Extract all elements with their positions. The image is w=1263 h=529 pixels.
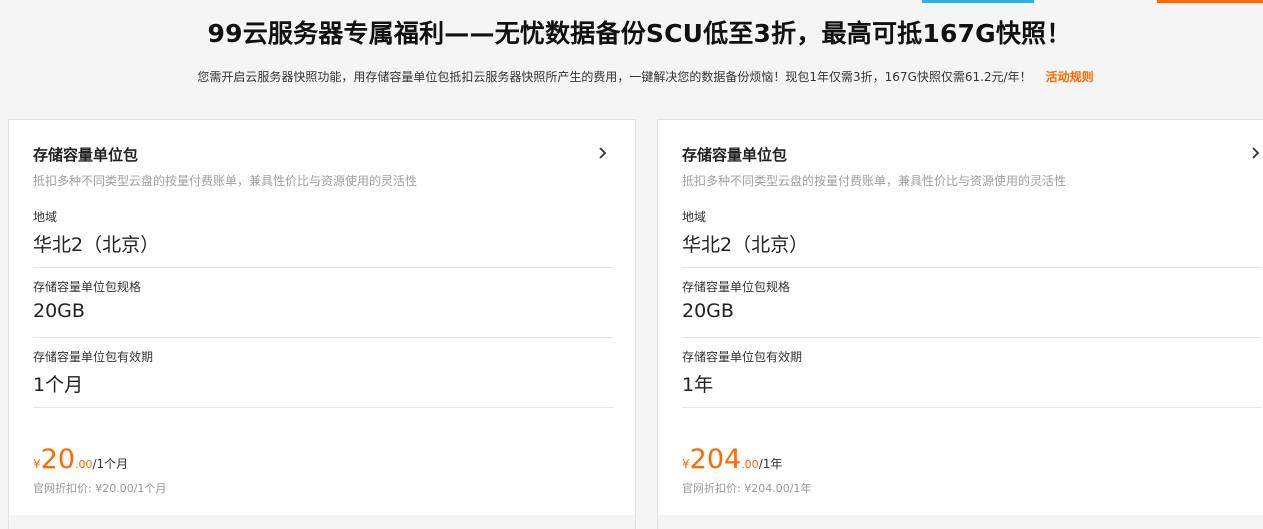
price-unit: /1年 bbox=[758, 457, 783, 471]
promo-subtitle-text: 您需开启云服务器快照功能，用存储容量单位包抵扣云服务器快照所产生的费用，一键解决… bbox=[197, 70, 1032, 84]
card-title: 存储容量单位包 bbox=[33, 146, 139, 164]
price-decimal: .00 bbox=[741, 458, 759, 471]
card-footer bbox=[658, 515, 1263, 529]
list-price: 官网折扣价: ¥204.00/1年 bbox=[682, 482, 812, 495]
price-currency: ¥ bbox=[33, 457, 41, 471]
period-label: 存储容量单位包有效期 bbox=[33, 350, 154, 364]
divider bbox=[33, 267, 613, 268]
divider bbox=[682, 267, 1262, 268]
period-value[interactable]: 1年 bbox=[682, 370, 713, 397]
product-card-1: 存储容量单位包 抵扣多种不同类型云盘的按量付费账单，兼具性价比与资源使用的灵活性… bbox=[8, 119, 636, 529]
price: ¥204.00/1年 bbox=[682, 444, 782, 478]
promo-header: 99云服务器专属福利——无忧数据备份SCU低至3折，最高可抵167G快照！ 您需… bbox=[0, 0, 1263, 118]
promo-subtitle: 您需开启云服务器快照功能，用存储容量单位包抵扣云服务器快照所产生的费用，一键解决… bbox=[0, 68, 1263, 85]
spec-value[interactable]: 20GB bbox=[682, 300, 734, 322]
region-label: 地域 bbox=[33, 210, 58, 224]
spec-value[interactable]: 20GB bbox=[33, 300, 85, 322]
period-value[interactable]: 1个月 bbox=[33, 370, 83, 397]
price-currency: ¥ bbox=[682, 457, 690, 471]
card-footer bbox=[9, 515, 635, 529]
chevron-right-icon[interactable] bbox=[595, 144, 611, 162]
region-value[interactable]: 华北2（北京） bbox=[33, 230, 159, 257]
region-label: 地域 bbox=[682, 210, 707, 224]
divider bbox=[682, 337, 1262, 338]
chevron-right-icon[interactable] bbox=[1248, 144, 1263, 162]
price-decimal: .00 bbox=[75, 458, 93, 471]
divider bbox=[33, 337, 613, 338]
region-value[interactable]: 华北2（北京） bbox=[682, 230, 808, 257]
spec-label: 存储容量单位包规格 bbox=[682, 280, 791, 294]
product-card-2: 存储容量单位包 抵扣多种不同类型云盘的按量付费账单，兼具性价比与资源使用的灵活性… bbox=[657, 119, 1263, 529]
page-title: 99云服务器专属福利——无忧数据备份SCU低至3折，最高可抵167G快照！ bbox=[207, 19, 1072, 48]
spec-label: 存储容量单位包规格 bbox=[33, 280, 142, 294]
card-description: 抵扣多种不同类型云盘的按量付费账单，兼具性价比与资源使用的灵活性 bbox=[682, 174, 1067, 188]
price-unit: /1个月 bbox=[92, 457, 129, 471]
activity-rules-link[interactable]: 活动规则 bbox=[1046, 70, 1094, 84]
period-label: 存储容量单位包有效期 bbox=[682, 350, 803, 364]
price-integer: 20 bbox=[40, 444, 75, 475]
divider bbox=[682, 407, 1262, 408]
card-title: 存储容量单位包 bbox=[682, 146, 788, 164]
divider bbox=[33, 407, 613, 408]
card-description: 抵扣多种不同类型云盘的按量付费账单，兼具性价比与资源使用的灵活性 bbox=[33, 174, 418, 188]
price-integer: 204 bbox=[689, 444, 742, 475]
price: ¥20.00/1个月 bbox=[33, 444, 128, 478]
list-price: 官网折扣价: ¥20.00/1个月 bbox=[33, 482, 167, 495]
